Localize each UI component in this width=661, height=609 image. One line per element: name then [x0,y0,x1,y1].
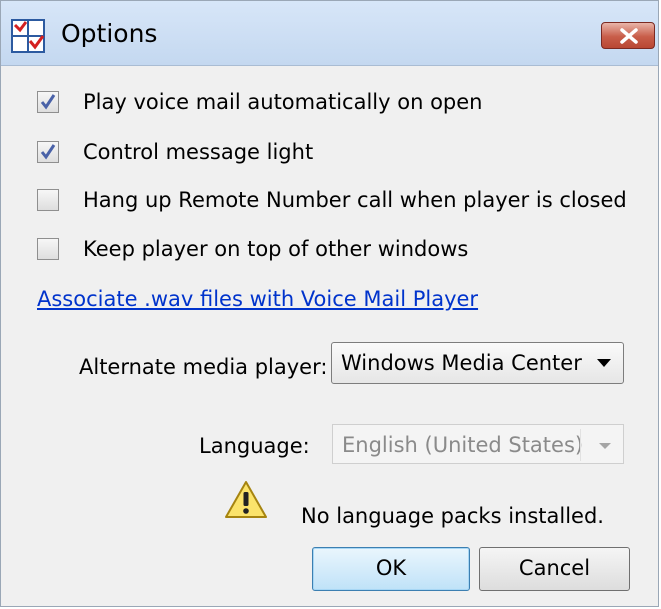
hang-up-remote-label: Hang up Remote Number call when player i… [83,188,627,212]
dropdown-divider [580,429,581,461]
warning-triangle-icon [225,481,267,518]
option-keep-on-top[interactable]: Keep player on top of other windows [37,235,468,263]
media-player-value: Windows Media Center [341,351,582,375]
options-dialog: Options Play voice mail automatically on… [0,0,659,607]
option-play-automatically[interactable]: Play voice mail automatically on open [37,88,482,116]
associate-wav-link[interactable]: Associate .wav files with Voice Mail Pla… [37,287,478,311]
checkmark-icon [40,144,56,160]
warning-text: No language packs installed. [301,504,604,528]
close-button[interactable] [601,22,655,49]
control-message-light-checkbox[interactable] [37,141,59,163]
control-message-light-label: Control message light [83,140,314,164]
window-title: Options [61,19,158,48]
dialog-content: Play voice mail automatically on open Co… [1,66,658,606]
cancel-button[interactable]: Cancel [479,547,630,591]
media-player-label: Alternate media player: [79,355,328,379]
language-dropdown: English (United States) [332,424,624,464]
media-player-dropdown[interactable]: Windows Media Center [331,342,624,384]
hang-up-remote-checkbox[interactable] [37,189,59,211]
chevron-down-icon [597,359,611,367]
play-automatically-label: Play voice mail automatically on open [83,90,483,114]
title-bar[interactable]: Options [1,1,658,66]
keep-on-top-checkbox[interactable] [37,238,59,260]
language-value: English (United States) [342,433,584,457]
checkmark-icon [40,94,56,110]
option-hang-up-remote[interactable]: Hang up Remote Number call when player i… [37,186,627,214]
play-automatically-checkbox[interactable] [37,91,59,113]
language-label: Language: [199,434,310,458]
ok-button[interactable]: OK [312,547,470,591]
keep-on-top-label: Keep player on top of other windows [83,237,469,261]
options-app-icon [11,19,45,53]
option-control-message-light[interactable]: Control message light [37,138,313,166]
chevron-down-icon [599,443,611,449]
close-icon [620,28,638,44]
